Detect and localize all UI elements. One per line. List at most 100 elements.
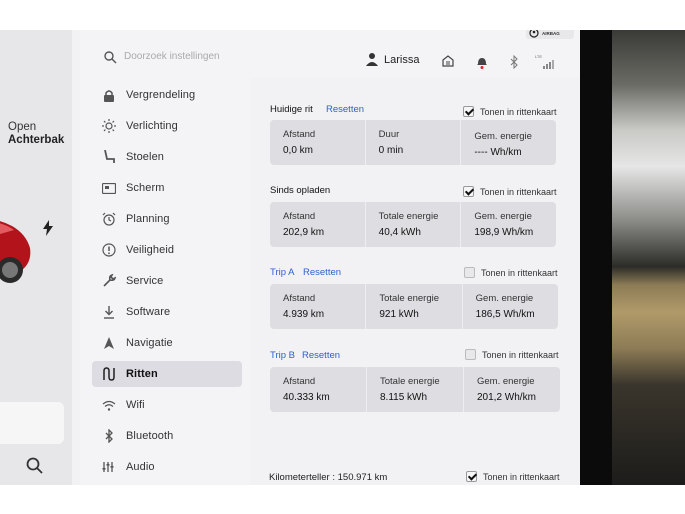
show-in-trip-map-label: Tonen in rittenkaart <box>483 472 560 482</box>
stat-cell: Afstand 202,9 km <box>270 202 366 247</box>
lte-label: LTE <box>535 54 543 59</box>
trip-a-title: Trip A <box>270 267 295 278</box>
stat-cell: Gem. energie 186,5 Wh/km <box>463 284 558 329</box>
navigation-arrow-icon <box>100 334 118 352</box>
nav-item-planning[interactable]: Planning <box>92 206 242 232</box>
stat-label: Totale energie <box>380 376 440 387</box>
stat-value: 0,0 km <box>283 145 314 156</box>
stat-value: 202,9 km <box>283 227 325 238</box>
settings-topbar: Larissa LTE <box>80 30 580 79</box>
profile-name[interactable]: Larissa <box>384 54 419 66</box>
stat-cell: Afstand 4.939 km <box>270 284 367 329</box>
stat-label: Afstand <box>283 293 316 304</box>
panel-divider <box>72 30 80 485</box>
bell-icon[interactable] <box>476 55 488 69</box>
trip-a-show-checkbox[interactable] <box>464 267 475 278</box>
show-in-trip-map-label: Tonen in rittenkaart <box>480 107 557 117</box>
stat-value: 4.939 km <box>283 309 325 320</box>
nav-item-scherm[interactable]: Scherm <box>92 175 242 201</box>
car-panel: Open Achterbak <box>0 30 72 485</box>
show-in-trip-map-label: Tonen in rittenkaart <box>480 187 557 197</box>
user-icon[interactable] <box>366 52 378 66</box>
stat-cell: Totale energie 40,4 kWh <box>366 202 462 247</box>
equalizer-icon <box>100 458 118 476</box>
nav-item-software[interactable]: Software <box>92 299 242 325</box>
nav-item-verlichting[interactable]: Verlichting <box>92 113 242 139</box>
nav-label: Software <box>126 306 171 318</box>
wrench-icon <box>100 272 118 290</box>
nav-label: Stoelen <box>126 151 165 163</box>
nav-label: Service <box>126 275 164 287</box>
stat-value: 201,2 Wh/km <box>477 392 536 403</box>
nav-label: Planning <box>126 213 170 225</box>
nav-item-audio[interactable]: Audio <box>92 454 242 480</box>
stat-label: Afstand <box>283 211 316 222</box>
stat-value: 40,4 kWh <box>378 227 421 238</box>
stat-value: 198,9 Wh/km <box>474 227 534 238</box>
settings-nav: Vergrendeling Verlichting Stoelen Scherm… <box>80 78 250 485</box>
home-icon[interactable] <box>442 55 454 67</box>
current-trip-card: Afstand 0,0 km Duur 0 min Gem. energie -… <box>270 120 556 165</box>
nav-item-bluetooth[interactable]: Bluetooth <box>92 423 242 449</box>
stat-cell: Totale energie 921 kWh <box>366 284 463 329</box>
stat-value: 8.115 kWh <box>380 392 428 403</box>
since-charge-card: Afstand 202,9 km Totale energie 40,4 kWh… <box>270 202 556 247</box>
search-icon[interactable] <box>25 456 45 476</box>
nav-item-wifi[interactable]: Wifi <box>92 392 242 418</box>
settings-search-input[interactable] <box>124 47 324 65</box>
stat-label: Gem. energie <box>477 376 535 387</box>
photo-frame: Open Achterbak Doorzoek instellingen Lar… <box>0 30 685 485</box>
stat-cell: Gem. energie ---- Wh/km <box>461 120 556 165</box>
stat-label: Duur <box>378 129 400 140</box>
stat-value: 40.333 km <box>283 392 330 403</box>
stat-label: Afstand <box>283 129 316 140</box>
stat-label: Gem. energie <box>474 211 532 222</box>
nav-label: Audio <box>126 461 155 473</box>
airbag-label: AIRBAG <box>542 31 560 36</box>
window-background <box>612 30 685 485</box>
nav-item-veiligheid[interactable]: Veiligheid <box>92 237 242 263</box>
open-trunk-button[interactable]: Open Achterbak <box>8 121 64 147</box>
current-trip-show-checkbox[interactable] <box>463 106 474 117</box>
trip-a-reset-link[interactable]: Resetten <box>303 267 341 278</box>
trip-b-card: Afstand 40.333 km Totale energie 8.115 k… <box>270 367 560 412</box>
bluetooth-icon[interactable] <box>510 55 519 69</box>
stat-cell: Afstand 40.333 km <box>270 367 367 412</box>
stat-cell: Gem. energie 201,2 Wh/km <box>464 367 560 412</box>
since-charge-title: Sinds opladen <box>270 185 331 196</box>
nav-item-service[interactable]: Service <box>92 268 242 294</box>
stat-label: Gem. energie <box>475 293 534 304</box>
car-image <box>0 221 31 283</box>
trunk-label: Achterbak <box>8 134 65 146</box>
alert-circle-icon <box>100 241 118 259</box>
seat-icon <box>100 148 118 166</box>
screen-bezel <box>580 30 612 485</box>
nav-item-navigatie[interactable]: Navigatie <box>92 330 242 356</box>
alarm-clock-icon <box>100 210 118 228</box>
since-charge-show-checkbox[interactable] <box>463 186 474 197</box>
nav-item-stoelen[interactable]: Stoelen <box>92 144 242 170</box>
stat-value: 186,5 Wh/km <box>475 309 535 320</box>
stat-label: Gem. energie <box>474 131 532 142</box>
trip-b-reset-link[interactable]: Resetten <box>302 350 340 361</box>
lock-icon <box>100 86 118 104</box>
nav-label: Scherm <box>126 182 165 194</box>
display-icon <box>100 179 118 197</box>
stat-value: ---- Wh/km <box>474 147 522 158</box>
trip-b-show-checkbox[interactable] <box>465 349 476 360</box>
odometer-reading: Kilometerteller : 150.971 km <box>269 472 388 483</box>
stat-label: Totale energie <box>379 293 440 304</box>
trip-b-title: Trip B <box>270 350 295 361</box>
touchscreen: Open Achterbak Doorzoek instellingen Lar… <box>0 30 580 485</box>
odometer-show-checkbox[interactable] <box>466 471 477 482</box>
show-in-trip-map-label: Tonen in rittenkaart <box>481 268 558 278</box>
bluetooth-icon <box>100 427 118 445</box>
nav-label: Ritten <box>126 368 158 380</box>
current-trip-reset-link[interactable]: Resetten <box>326 104 364 115</box>
wifi-icon <box>100 396 118 414</box>
nav-item-ritten[interactable]: Ritten <box>92 361 242 387</box>
stat-cell: Totale energie 8.115 kWh <box>367 367 464 412</box>
nav-label: Bluetooth <box>126 430 174 442</box>
download-icon <box>100 303 118 321</box>
nav-item-vergrendeling[interactable]: Vergrendeling <box>92 82 242 108</box>
